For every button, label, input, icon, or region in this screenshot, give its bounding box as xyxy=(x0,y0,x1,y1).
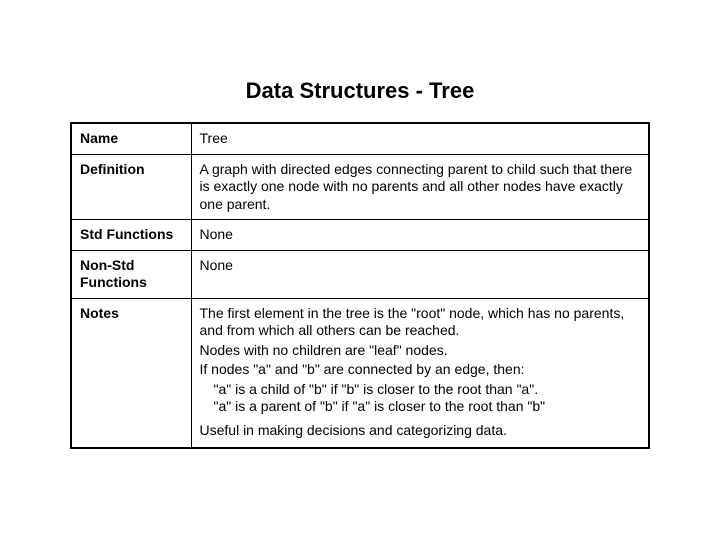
table-row: Notes The first element in the tree is t… xyxy=(71,298,649,448)
row-label-definition: Definition xyxy=(71,154,191,220)
row-value-stdfn: None xyxy=(191,220,649,251)
row-value-definition: A graph with directed edges connecting p… xyxy=(191,154,649,220)
table-row: Std Functions None xyxy=(71,220,649,251)
data-structure-table: Name Tree Definition A graph with direct… xyxy=(70,122,650,449)
table-row: Definition A graph with directed edges c… xyxy=(71,154,649,220)
row-value-notes: The first element in the tree is the "ro… xyxy=(191,298,649,448)
notes-subpara: "a" is a child of "b" if "b" is closer t… xyxy=(200,381,641,399)
row-label-notes: Notes xyxy=(71,298,191,448)
table-row: Non-Std Functions None xyxy=(71,250,649,298)
table-row: Name Tree xyxy=(71,123,649,154)
row-value-nonstdfn: None xyxy=(191,250,649,298)
row-label-nonstdfn: Non-Std Functions xyxy=(71,250,191,298)
row-label-stdfn: Std Functions xyxy=(71,220,191,251)
document-page: Data Structures - Tree Name Tree Definit… xyxy=(0,0,720,489)
notes-para: Nodes with no children are "leaf" nodes. xyxy=(200,342,641,360)
notes-subpara: "a" is a parent of "b" if "a" is closer … xyxy=(200,398,641,416)
page-title: Data Structures - Tree xyxy=(70,78,650,104)
row-value-name: Tree xyxy=(191,123,649,154)
notes-para: The first element in the tree is the "ro… xyxy=(200,305,641,340)
notes-para: If nodes "a" and "b" are connected by an… xyxy=(200,361,641,379)
row-label-name: Name xyxy=(71,123,191,154)
notes-para: Useful in making decisions and categoriz… xyxy=(200,422,641,440)
